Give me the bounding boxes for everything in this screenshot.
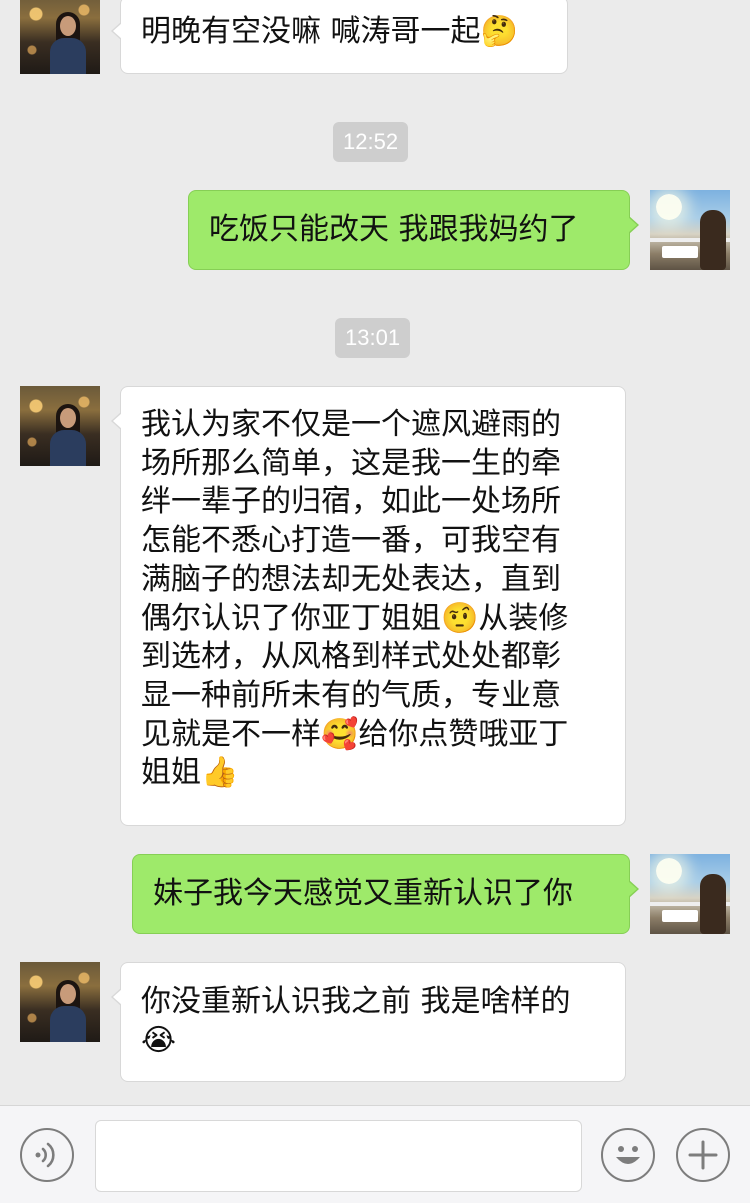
message-bubble-incoming[interactable]: 你没重新认识我之前 我是啥样的 😭 bbox=[111, 962, 626, 1082]
timestamp: 13:01 bbox=[335, 318, 411, 358]
message-line: 我认为家不仅是一个遮风避雨的 bbox=[141, 407, 561, 442]
message-line: 你没重新认识我之前 我是啥样的 bbox=[141, 984, 571, 1019]
contact-avatar[interactable] bbox=[20, 386, 100, 466]
message-line: 场所那么简单，这是我一生的牵 bbox=[141, 445, 561, 481]
voice-icon bbox=[35, 1142, 55, 1168]
my-avatar[interactable] bbox=[650, 854, 730, 934]
avatar-body bbox=[50, 38, 86, 74]
avatar-face bbox=[60, 16, 76, 36]
avatar-person bbox=[700, 210, 726, 270]
message-line: 怎能不悉心打造一番，可我空有 bbox=[141, 523, 561, 559]
message-input[interactable] bbox=[95, 1120, 582, 1192]
emoji-icon bbox=[616, 1146, 640, 1164]
message-text: 吃饭只能改天 我跟我妈约了 bbox=[209, 212, 579, 247]
contact-avatar[interactable] bbox=[20, 0, 100, 74]
message-text: 妹子我今天感觉又重新认识了你 bbox=[153, 876, 573, 911]
my-avatar[interactable] bbox=[650, 190, 730, 270]
avatar-table bbox=[662, 910, 698, 922]
avatar-sun bbox=[656, 194, 682, 220]
message-line: 偶尔认识了你亚丁姐姐🤨从装修 bbox=[141, 600, 569, 636]
plus-button[interactable] bbox=[676, 1128, 730, 1182]
avatar-body bbox=[50, 1006, 86, 1042]
message-bubble-incoming[interactable]: 我认为家不仅是一个遮风避雨的 场所那么简单，这是我一生的牵 绊一辈子的归宿，如此… bbox=[111, 386, 626, 826]
message-line: 到选材，从风格到样式处处都彰 bbox=[141, 639, 561, 675]
message-line: 😭 bbox=[141, 1022, 177, 1058]
message-line: 绊一辈子的归宿，如此一处场所 bbox=[141, 484, 561, 520]
contact-avatar[interactable] bbox=[20, 962, 100, 1042]
message-bubble-outgoing[interactable]: 妹子我今天感觉又重新认识了你 bbox=[132, 854, 639, 934]
avatar-face bbox=[60, 984, 76, 1004]
avatar-face bbox=[60, 408, 76, 428]
message-line: 见就是不一样🥰给你点赞哦亚丁 bbox=[141, 716, 569, 752]
plus-icon bbox=[688, 1140, 718, 1170]
message-line: 满脑子的想法却无处表达，直到 bbox=[141, 561, 561, 597]
message-line: 姐姐👍 bbox=[141, 755, 239, 791]
timestamp: 12:52 bbox=[333, 122, 409, 162]
message-text: 明晚有空没嘛 喊涛哥一起🤔 bbox=[141, 14, 518, 49]
avatar-body bbox=[50, 430, 86, 466]
avatar-sun bbox=[656, 858, 682, 884]
avatar-person bbox=[700, 874, 726, 934]
message-line: 显一种前所未有的气质，专业意 bbox=[141, 677, 561, 713]
emoji-button[interactable] bbox=[601, 1128, 655, 1182]
avatar-table bbox=[662, 246, 698, 258]
message-bubble-outgoing[interactable]: 吃饭只能改天 我跟我妈约了 bbox=[188, 190, 639, 270]
message-bubble-incoming[interactable]: 明晚有空没嘛 喊涛哥一起🤔 bbox=[111, 0, 568, 74]
chat-input-bar bbox=[0, 1105, 750, 1203]
voice-button[interactable] bbox=[20, 1128, 74, 1182]
